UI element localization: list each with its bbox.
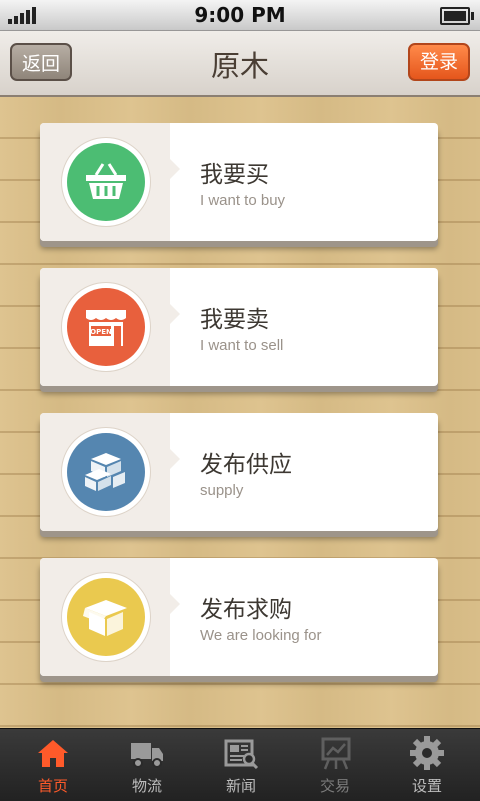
open-box-icon (83, 600, 127, 636)
boxes-icon (85, 453, 125, 491)
open-shop-icon: OPEN (86, 310, 126, 346)
menu-title: 我要卖 (200, 307, 269, 333)
tab-news[interactable]: 新闻 (193, 729, 289, 801)
tab-trade[interactable]: 交易 (287, 729, 383, 801)
tab-label: 物流 (131, 777, 162, 795)
menu-subtitle: supply (200, 482, 244, 499)
shopping-basket-icon (86, 163, 126, 199)
menu-title: 发布求购 (200, 597, 292, 623)
home-icon (38, 740, 68, 767)
bottom-tab-bar: 首页 物流 新闻 交易 设置 (0, 728, 480, 801)
tab-home[interactable]: 首页 (5, 729, 101, 801)
tab-logistics[interactable]: 物流 (99, 729, 195, 801)
truck-icon (131, 743, 163, 768)
status-bar: 9:00 PM (0, 0, 480, 31)
menu-subtitle: I want to sell (200, 337, 284, 354)
tab-label: 设置 (411, 777, 442, 795)
menu-item-sell[interactable]: OPEN 我要卖 I want to sell (40, 268, 438, 386)
menu-title: 我要买 (200, 162, 269, 188)
gear-icon (410, 736, 444, 770)
menu-subtitle: I want to buy (200, 192, 286, 209)
menu-title: 发布供应 (200, 452, 292, 478)
tab-label: 交易 (319, 777, 350, 795)
battery-icon (440, 7, 474, 25)
login-button[interactable]: 登录 (408, 43, 470, 81)
open-sign: OPEN (90, 328, 112, 336)
main-content: 我要买 I want to buy OPEN 我要卖 I want to sel… (0, 97, 480, 728)
menu-item-purchase[interactable]: 发布求购 We are looking for (40, 558, 438, 676)
menu-item-buy[interactable]: 我要买 I want to buy (40, 123, 438, 241)
status-time: 9:00 PM (194, 3, 286, 27)
chart-board-icon (321, 737, 351, 770)
title-bar: 返回 原木 登录 (0, 31, 480, 97)
menu-item-supply[interactable]: 发布供应 supply (40, 413, 438, 531)
menu-subtitle: We are looking for (200, 627, 322, 644)
newspaper-icon (224, 739, 259, 770)
tab-label: 新闻 (225, 777, 256, 795)
tab-settings[interactable]: 设置 (379, 729, 475, 801)
tab-label: 首页 (37, 777, 68, 795)
